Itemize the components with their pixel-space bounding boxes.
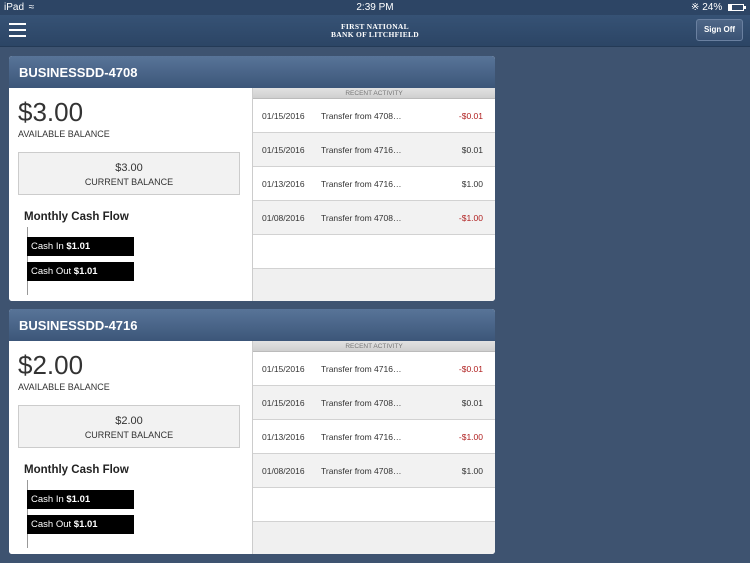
transaction-date: 01/15/2016 [262,111,305,121]
empty-row [253,488,495,522]
transaction-date: 01/08/2016 [262,466,305,476]
transaction-description: Transfer from 4716… [321,145,402,155]
transaction-description: Transfer from 4708… [321,466,402,476]
transaction-row[interactable]: 01/15/2016 Transfer from 4708… $0.01 [253,386,495,420]
balance-panel: $3.00 AVAILABLE BALANCE $3.00 CURRENT BA… [9,88,252,301]
cash-in-label: Cash In [31,241,64,252]
battery-icon [728,4,746,11]
recent-activity-panel: RECENT ACTIVITY 01/15/2016 Transfer from… [252,341,495,554]
recent-activity-header: RECENT ACTIVITY [253,341,495,352]
transaction-date: 01/15/2016 [262,398,305,408]
recent-activity-header: RECENT ACTIVITY [253,88,495,99]
cash-out-bar: Cash Out $1.01 [27,262,134,281]
account-card[interactable]: BUSINESSDD-4716 $2.00 AVAILABLE BALANCE … [9,309,495,554]
available-balance: $2.00 [18,350,84,380]
transaction-amount: -$1.00 [458,213,483,223]
transaction-date: 01/15/2016 [262,364,305,374]
transaction-amount: -$1.00 [458,432,483,442]
transaction-description: Transfer from 4708… [321,111,402,121]
transaction-date: 01/15/2016 [262,145,305,155]
transaction-date: 01/13/2016 [262,179,305,189]
transaction-row[interactable]: 01/15/2016 Transfer from 4716… -$0.01 [253,352,495,386]
transaction-amount: $1.00 [461,179,483,189]
battery-percent: 24% [702,2,723,13]
cash-out-label: Cash Out [31,266,72,277]
transaction-date: 01/08/2016 [262,213,305,223]
transaction-description: Transfer from 4708… [321,398,402,408]
cash-in-value: $1.01 [66,241,91,252]
current-balance-label: CURRENT BALANCE [84,430,174,440]
transaction-description: Transfer from 4708… [321,213,402,223]
transaction-date: 01/13/2016 [262,432,305,442]
transaction-row[interactable]: 01/08/2016 Transfer from 4708… $1.00 [253,454,495,488]
cash-out-value: $1.01 [73,519,98,530]
transaction-description: Transfer from 4716… [321,364,402,374]
transaction-description: Transfer from 4716… [321,432,402,442]
transaction-amount: $0.01 [461,145,483,155]
current-balance: $3.00 [115,162,143,174]
empty-row [253,235,495,269]
cash-out-bar: Cash Out $1.01 [27,515,134,534]
transaction-description: Transfer from 4716… [321,179,402,189]
bank-logo: FIRST NATIONAL BANK OF LITCHFIELD [0,23,750,38]
current-balance-box: $3.00 CURRENT BALANCE [18,152,240,195]
battery-fill [729,5,733,10]
bank-name-line2: BANK OF LITCHFIELD [330,29,420,39]
balance-panel: $2.00 AVAILABLE BALANCE $2.00 CURRENT BA… [9,341,252,554]
current-balance-label: CURRENT BALANCE [84,177,174,187]
status-right: ※ 24% [691,2,746,13]
current-balance: $2.00 [115,415,143,427]
status-time: 2:39 PM [356,2,394,13]
transaction-amount: $1.00 [461,466,483,476]
cash-in-bar: Cash In $1.01 [27,237,134,256]
available-balance-label: AVAILABLE BALANCE [18,382,110,392]
transaction-row[interactable]: 01/13/2016 Transfer from 4716… $1.00 [253,167,495,201]
cash-in-bar: Cash In $1.01 [27,490,134,509]
cash-out-label: Cash Out [31,519,72,530]
bluetooth-icon: ※ [691,2,700,13]
nav-bar: FIRST NATIONAL BANK OF LITCHFIELD Sign O… [0,15,750,47]
account-name[interactable]: BUSINESSDD-4716 [9,309,495,341]
account-card[interactable]: BUSINESSDD-4708 $3.00 AVAILABLE BALANCE … [9,56,495,301]
transaction-amount: $0.01 [461,398,483,408]
recent-activity-panel: RECENT ACTIVITY 01/15/2016 Transfer from… [252,88,495,301]
account-name[interactable]: BUSINESSDD-4708 [9,56,495,88]
transaction-amount: -$0.01 [458,364,483,374]
transaction-row[interactable]: 01/08/2016 Transfer from 4708… -$1.00 [253,201,495,235]
sign-off-button[interactable]: Sign Off [696,19,743,41]
transaction-row[interactable]: 01/13/2016 Transfer from 4716… -$1.00 [253,420,495,454]
cash-out-value: $1.01 [73,266,98,277]
current-balance-box: $2.00 CURRENT BALANCE [18,405,240,448]
transaction-amount: -$0.01 [458,111,483,121]
cash-in-label: Cash In [31,494,64,505]
transaction-row[interactable]: 01/15/2016 Transfer from 4708… -$0.01 [253,99,495,133]
cash-flow-title: Monthly Cash Flow [24,464,129,476]
cash-in-value: $1.01 [66,494,91,505]
available-balance-label: AVAILABLE BALANCE [18,129,110,139]
cash-flow-title: Monthly Cash Flow [24,211,129,223]
available-balance: $3.00 [18,97,84,127]
transaction-row[interactable]: 01/15/2016 Transfer from 4716… $0.01 [253,133,495,167]
status-bar: iPad ≈ 2:39 PM ※ 24% [0,0,750,15]
